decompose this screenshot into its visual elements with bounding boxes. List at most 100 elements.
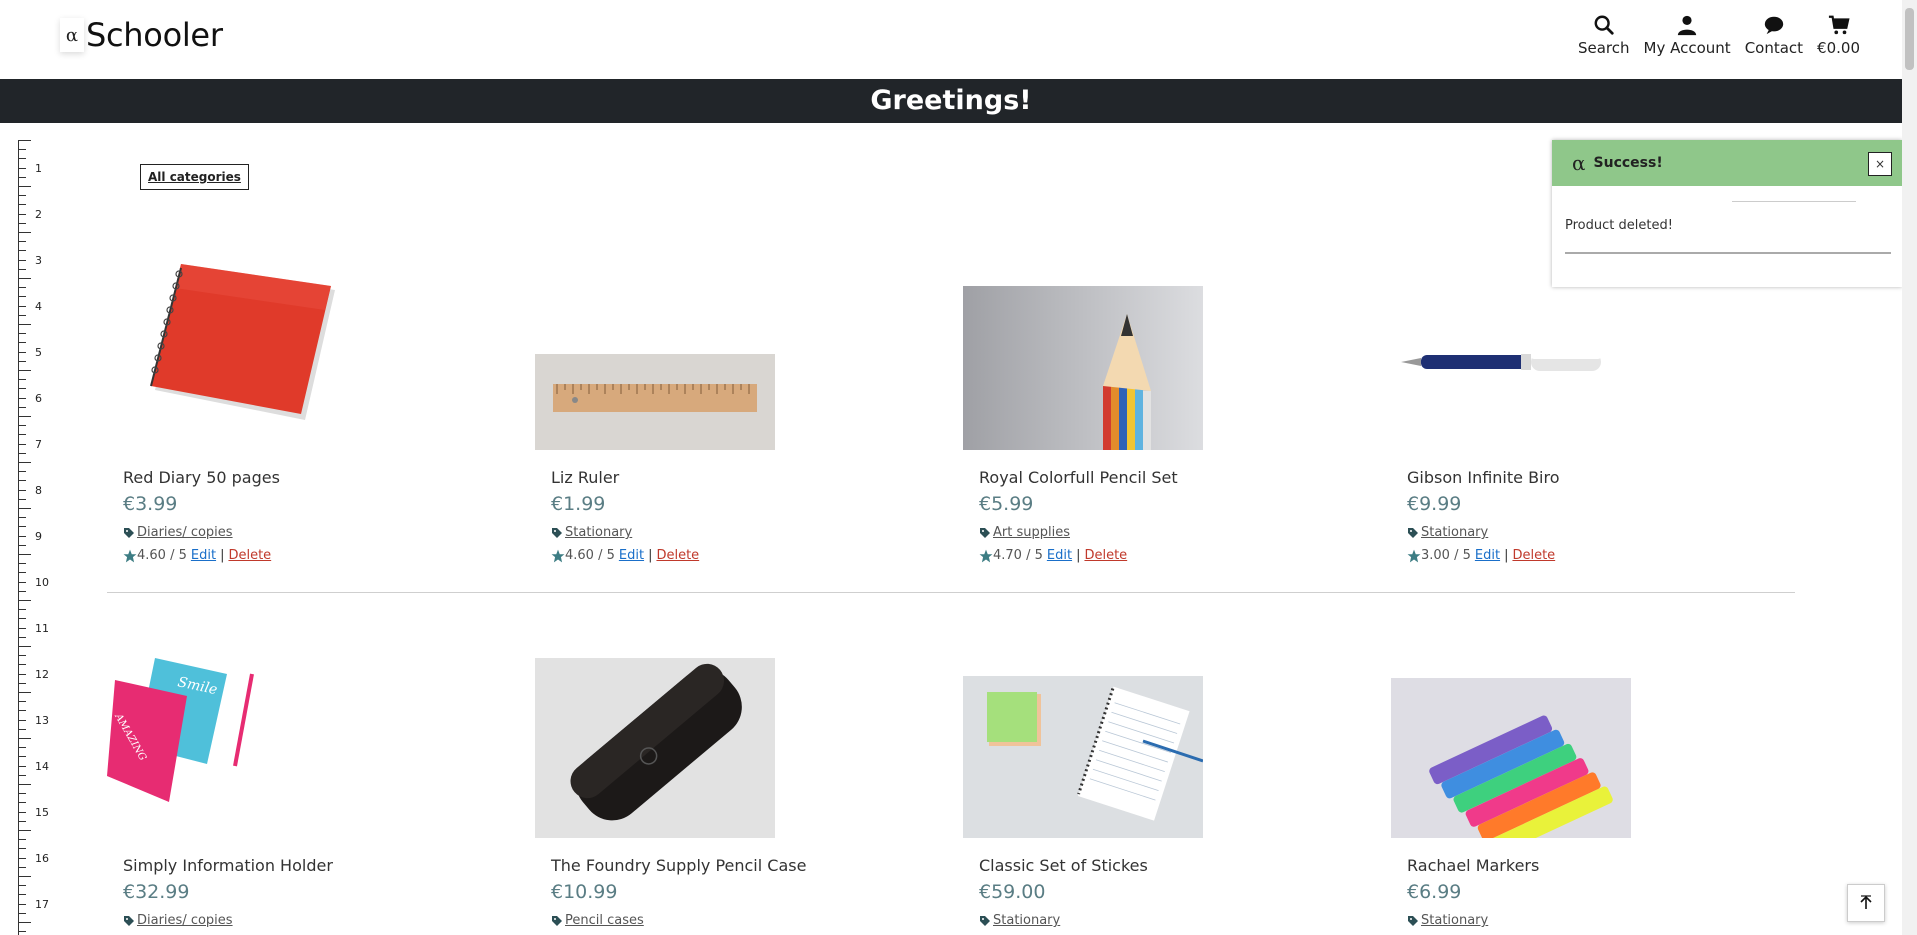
- ruler-tick: [19, 406, 26, 408]
- product-category: Diaries/ copies: [123, 525, 233, 540]
- ruler-label: 7: [35, 438, 42, 451]
- edit-link[interactable]: Edit: [619, 548, 644, 563]
- delete-link[interactable]: Delete: [228, 548, 271, 563]
- ruler-tick: [19, 480, 26, 482]
- delete-link[interactable]: Delete: [1084, 548, 1127, 563]
- ruler-tick: [19, 857, 26, 859]
- site-logo[interactable]: α Schooler: [60, 16, 223, 54]
- ruler-tick: [19, 186, 31, 187]
- product-name[interactable]: Gibson Infinite Biro: [1407, 468, 1560, 487]
- ruler-tick: [19, 885, 26, 887]
- ruler-tick: [19, 756, 26, 758]
- product-image-notebooks: Smile AMAZING: [107, 658, 254, 802]
- product-price: €10.99: [551, 881, 618, 903]
- ruler-tick: [19, 830, 31, 831]
- ruler-tick: [19, 140, 31, 141]
- category-link[interactable]: Diaries/ copies: [137, 913, 233, 928]
- ruler-tick: [19, 728, 26, 730]
- ruler-tick: [19, 232, 31, 233]
- delete-link[interactable]: Delete: [656, 548, 699, 563]
- product-image-stickies: [963, 676, 1203, 838]
- separator: |: [648, 548, 653, 563]
- ruler-tick: [19, 195, 26, 197]
- separator: |: [1504, 548, 1509, 563]
- ruler-tick: [19, 793, 26, 795]
- separator: |: [1076, 548, 1081, 563]
- ruler-tick: [19, 213, 26, 215]
- product-price: €1.99: [551, 493, 606, 515]
- category-link[interactable]: Stationary: [565, 525, 632, 540]
- ruler-tick: [19, 397, 26, 399]
- product-name[interactable]: Royal Colorfull Pencil Set: [979, 468, 1178, 487]
- nav-my-account[interactable]: My Account: [1644, 14, 1731, 57]
- delete-link[interactable]: Delete: [1512, 548, 1555, 563]
- edit-link[interactable]: Edit: [1047, 548, 1072, 563]
- separator: |: [220, 548, 225, 563]
- toast-progress-bar: [1565, 252, 1891, 254]
- category-link[interactable]: Diaries/ copies: [137, 525, 233, 540]
- product-name[interactable]: Rachael Markers: [1407, 856, 1539, 875]
- page-scrollbar[interactable]: [1902, 0, 1917, 935]
- edit-link[interactable]: Edit: [191, 548, 216, 563]
- ruler-label: 15: [35, 806, 49, 819]
- ruler-tick: [19, 471, 26, 473]
- greeting-banner: Greetings!: [0, 79, 1902, 123]
- rating-text: 4.60 / 5: [565, 548, 615, 563]
- ruler-tick: [19, 489, 26, 491]
- ruler-tick: [19, 590, 26, 592]
- logo-text: Schooler: [86, 16, 223, 54]
- ruler-label: 6: [35, 392, 42, 405]
- ruler-tick: [19, 204, 26, 206]
- ruler-tick: [19, 222, 26, 224]
- nav-cart-total: €0.00: [1817, 39, 1860, 57]
- rating-text: 4.60 / 5: [137, 548, 187, 563]
- cart-icon: [1828, 15, 1850, 35]
- tag-icon: [1408, 527, 1418, 538]
- product-name[interactable]: Red Diary 50 pages: [123, 468, 280, 487]
- ruler-tick: [19, 498, 26, 500]
- product-name[interactable]: Simply Information Holder: [123, 856, 333, 875]
- category-link[interactable]: Stationary: [1421, 913, 1488, 928]
- category-link[interactable]: Art supplies: [993, 525, 1070, 540]
- product-name[interactable]: The Foundry Supply Pencil Case: [551, 856, 806, 875]
- scrollbar-thumb[interactable]: [1905, 8, 1914, 70]
- category-link[interactable]: Stationary: [993, 913, 1060, 928]
- tag-icon: [552, 915, 562, 926]
- ruler-tick: [19, 673, 26, 675]
- nav-contact[interactable]: Contact: [1745, 14, 1803, 57]
- toast-close-button[interactable]: ×: [1868, 152, 1892, 176]
- ruler-tick: [19, 572, 26, 574]
- back-to-top-button[interactable]: [1847, 884, 1885, 922]
- all-categories-button[interactable]: All categories: [140, 164, 249, 190]
- ruler-tick: [19, 719, 26, 721]
- ruler-tick: [19, 268, 26, 270]
- ruler-tick: [19, 342, 26, 344]
- ruler-label: 14: [35, 760, 49, 773]
- product-category: Art supplies: [979, 525, 1070, 540]
- site-header: α Schooler Search My Account Contact €0.…: [0, 0, 1902, 79]
- nav-search[interactable]: Search: [1578, 14, 1630, 57]
- ruler-tick: [19, 866, 26, 868]
- star-icon: [979, 549, 993, 562]
- product-category: Stationary: [551, 525, 632, 540]
- ruler-tick: [19, 544, 26, 546]
- ruler-tick: [19, 434, 26, 436]
- ruler-tick: [19, 535, 26, 537]
- ruler-tick: [19, 710, 26, 712]
- ruler-tick: [19, 682, 26, 684]
- product-category: Pencil cases: [551, 913, 644, 928]
- edit-link[interactable]: Edit: [1475, 548, 1500, 563]
- toast-divider: [1732, 201, 1856, 202]
- row-divider: [107, 592, 1795, 593]
- product-name[interactable]: Classic Set of Stickes: [979, 856, 1148, 875]
- ruler-tick: [19, 903, 26, 905]
- product-name[interactable]: Liz Ruler: [551, 468, 619, 487]
- ruler-label: 11: [35, 622, 49, 635]
- ruler-tick: [19, 664, 26, 666]
- ruler-label: 1: [35, 162, 42, 175]
- ruler-tick: [19, 627, 26, 629]
- category-link[interactable]: Stationary: [1421, 525, 1488, 540]
- category-link[interactable]: Pencil cases: [565, 913, 644, 928]
- nav-cart[interactable]: €0.00: [1817, 14, 1860, 57]
- ruler-tick: [19, 250, 26, 252]
